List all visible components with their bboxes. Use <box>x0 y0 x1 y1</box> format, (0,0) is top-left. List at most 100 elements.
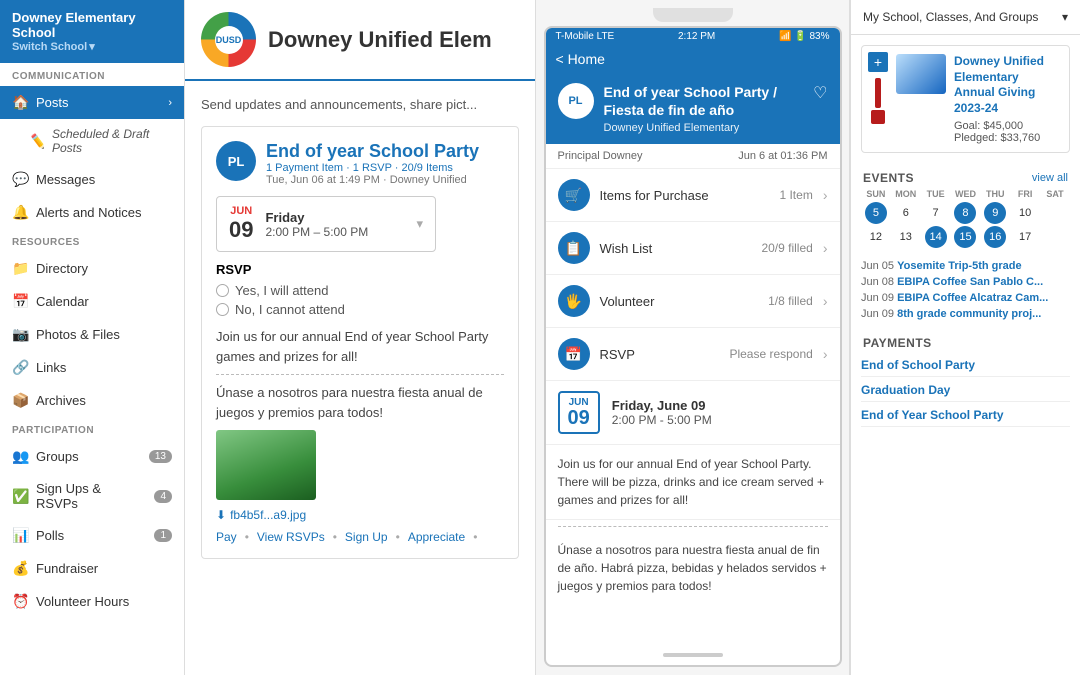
sidebar-item-alerts[interactable]: 🔔 Alerts and Notices <box>0 196 184 229</box>
cal-day-5[interactable]: 5 <box>865 202 887 224</box>
sign-up-action[interactable]: Sign Up <box>345 530 388 544</box>
phone-home-indicator[interactable] <box>663 653 723 657</box>
giving-info: Downey Unified Elementary Annual Giving … <box>896 54 1061 144</box>
cal-day-15[interactable]: 15 <box>954 226 976 248</box>
event-name-4[interactable]: 8th grade community proj... <box>897 308 1041 320</box>
cal-day-9[interactable]: 9 <box>984 202 1006 224</box>
appreciate-action[interactable]: Appreciate <box>408 530 465 544</box>
chevron-down-icon[interactable]: ▾ <box>416 216 423 232</box>
events-list: Jun 05 Yosemite Trip-5th grade Jun 08 EB… <box>851 256 1080 328</box>
events-view-all[interactable]: view all <box>1032 172 1068 184</box>
cal-day-16[interactable]: 16 <box>984 226 1006 248</box>
post-image-inner <box>216 430 316 500</box>
payment-item-1[interactable]: End of School Party <box>861 358 1070 377</box>
cal-day-6[interactable]: 6 <box>895 202 917 224</box>
post-image-thumbnail[interactable] <box>216 430 316 500</box>
giving-plus-button[interactable]: + <box>868 52 888 72</box>
camera-icon: 📷 <box>12 326 28 343</box>
cal-day-10[interactable]: 10 <box>1014 202 1036 224</box>
school-selector[interactable]: My School, Classes, And Groups ▾ <box>851 0 1080 35</box>
post-event-block[interactable]: JUN 09 Friday 2:00 PM – 5:00 PM ▾ <box>216 196 436 252</box>
sidebar-item-fundraiser[interactable]: 💰 Fundraiser <box>0 552 184 585</box>
home-icon: 🏠 <box>12 94 28 111</box>
chevron-right-icon: › <box>823 240 828 256</box>
sidebar-item-label: Polls <box>36 528 64 543</box>
sidebar-item-label: Calendar <box>36 294 89 309</box>
rsvp-no-option[interactable]: No, I cannot attend <box>216 302 504 317</box>
cal-day-17[interactable]: 17 <box>1014 226 1036 248</box>
sidebar-item-posts[interactable]: 🏠 Posts › <box>0 86 184 119</box>
phone-row-items[interactable]: 🛒 Items for Purchase 1 Item › <box>546 169 840 222</box>
post-info: End of year School Party 1 Payment Item … <box>266 141 479 186</box>
heart-icon[interactable]: ♡ <box>813 83 827 103</box>
cal-day-12[interactable]: 12 <box>865 226 887 248</box>
signups-badge: 4 <box>154 490 172 503</box>
phone-row-label-volunteer: Volunteer <box>600 294 759 309</box>
cal-day-14[interactable]: 14 <box>925 226 947 248</box>
cal-dow-wed: WED <box>954 189 976 199</box>
phone-event-dow: Friday, June 09 <box>612 398 712 413</box>
cal-day-empty <box>1044 202 1066 224</box>
chevron-right-icon: › <box>168 97 172 109</box>
event-item-4: Jun 09 8th grade community proj... <box>861 308 1070 320</box>
giving-text: Downey Unified Elementary Annual Giving … <box>954 54 1061 144</box>
sidebar-item-groups[interactable]: 👥 Groups 13 <box>0 440 184 473</box>
view-rsvps-action[interactable]: View RSVPs <box>257 530 325 544</box>
school-name: Downey Elementary School <box>12 10 172 40</box>
sidebar-item-label: Photos & Files <box>36 327 120 342</box>
phone-body-es: Únase a nosotros para nuestra fiesta anu… <box>546 533 840 603</box>
phone-row-volunteer[interactable]: 🖐 Volunteer 1/8 filled › <box>546 275 840 328</box>
chevron-right-icon: › <box>823 187 828 203</box>
phone-status-bar: T-Mobile LTE 2:12 PM 📶 🔋 83% <box>546 28 840 45</box>
rsvp-icon: 📅 <box>558 338 590 370</box>
rsvp-no-label: No, I cannot attend <box>235 302 345 317</box>
cal-day-7[interactable]: 7 <box>925 202 947 224</box>
sidebar-item-messages[interactable]: 💬 Messages <box>0 163 184 196</box>
sidebar-item-archives[interactable]: 📦 Archives <box>0 384 184 417</box>
phone-row-wishlist[interactable]: 📋 Wish List 20/9 filled › <box>546 222 840 275</box>
link-icon: 🔗 <box>12 359 28 376</box>
radio-no[interactable] <box>216 303 229 316</box>
phone-row-label-rsvp: RSVP <box>600 347 720 362</box>
cal-day-13[interactable]: 13 <box>895 226 917 248</box>
phone-post-info: End of year School Party / Fiesta de fin… <box>604 83 804 134</box>
sidebar-item-label: Groups <box>36 449 79 464</box>
sidebar-item-scheduled[interactable]: ✏️ Scheduled & Draft Posts <box>0 119 184 163</box>
cal-dow-tue: TUE <box>925 189 947 199</box>
sidebar-item-label: Directory <box>36 261 88 276</box>
switch-school[interactable]: Switch School ▾ <box>12 40 172 53</box>
payment-item-3[interactable]: End of Year School Party <box>861 408 1070 427</box>
pay-action[interactable]: Pay <box>216 530 237 544</box>
event-name-2[interactable]: EBIPA Coffee San Pablo C... <box>897 276 1043 288</box>
sidebar-item-links[interactable]: 🔗 Links <box>0 351 184 384</box>
cal-day-8[interactable]: 8 <box>954 202 976 224</box>
sidebar-item-polls[interactable]: 📊 Polls 1 <box>0 519 184 552</box>
cal-dow-thu: THU <box>984 189 1006 199</box>
post-event-time: 2:00 PM – 5:00 PM <box>265 225 404 239</box>
event-name-1[interactable]: Yosemite Trip-5th grade <box>897 260 1022 272</box>
school-logo: DUSD <box>201 12 256 67</box>
event-item-3: Jun 09 EBIPA Coffee Alcatraz Cam... <box>861 292 1070 304</box>
event-name-3[interactable]: EBIPA Coffee Alcatraz Cam... <box>897 292 1048 304</box>
sidebar-item-signups[interactable]: ✅ Sign Ups & RSVPs 4 <box>0 473 184 519</box>
post-file-link[interactable]: ⬇ fb4b5f...a9.jpg <box>216 508 504 522</box>
sidebar-item-volunteer[interactable]: ⏰ Volunteer Hours <box>0 585 184 618</box>
radio-yes[interactable] <box>216 284 229 297</box>
cal-dow-fri: FRI <box>1014 189 1036 199</box>
calendar-header: SUN MON TUE WED THU FRI SAT <box>861 189 1070 199</box>
phone-back-button[interactable]: < Home <box>556 51 605 67</box>
giving-title[interactable]: Downey Unified Elementary Annual Giving … <box>954 54 1061 116</box>
sidebar-item-directory[interactable]: 📁 Directory <box>0 252 184 285</box>
rsvp-label: RSVP <box>216 262 504 277</box>
sidebar-item-photos[interactable]: 📷 Photos & Files <box>0 318 184 351</box>
rsvp-yes-option[interactable]: Yes, I will attend <box>216 283 504 298</box>
phone-row-rsvp[interactable]: 📅 RSVP Please respond › <box>546 328 840 381</box>
groups-badge: 13 <box>149 450 172 463</box>
poll-icon: 📊 <box>12 527 28 544</box>
phone-post-header: PL End of year School Party / Fiesta de … <box>546 73 840 144</box>
payments-title: PAYMENTS <box>863 336 932 350</box>
payment-item-2[interactable]: Graduation Day <box>861 383 1070 402</box>
post-title[interactable]: End of year School Party <box>266 141 479 162</box>
archive-icon: 📦 <box>12 392 28 409</box>
sidebar-item-calendar[interactable]: 📅 Calendar <box>0 285 184 318</box>
